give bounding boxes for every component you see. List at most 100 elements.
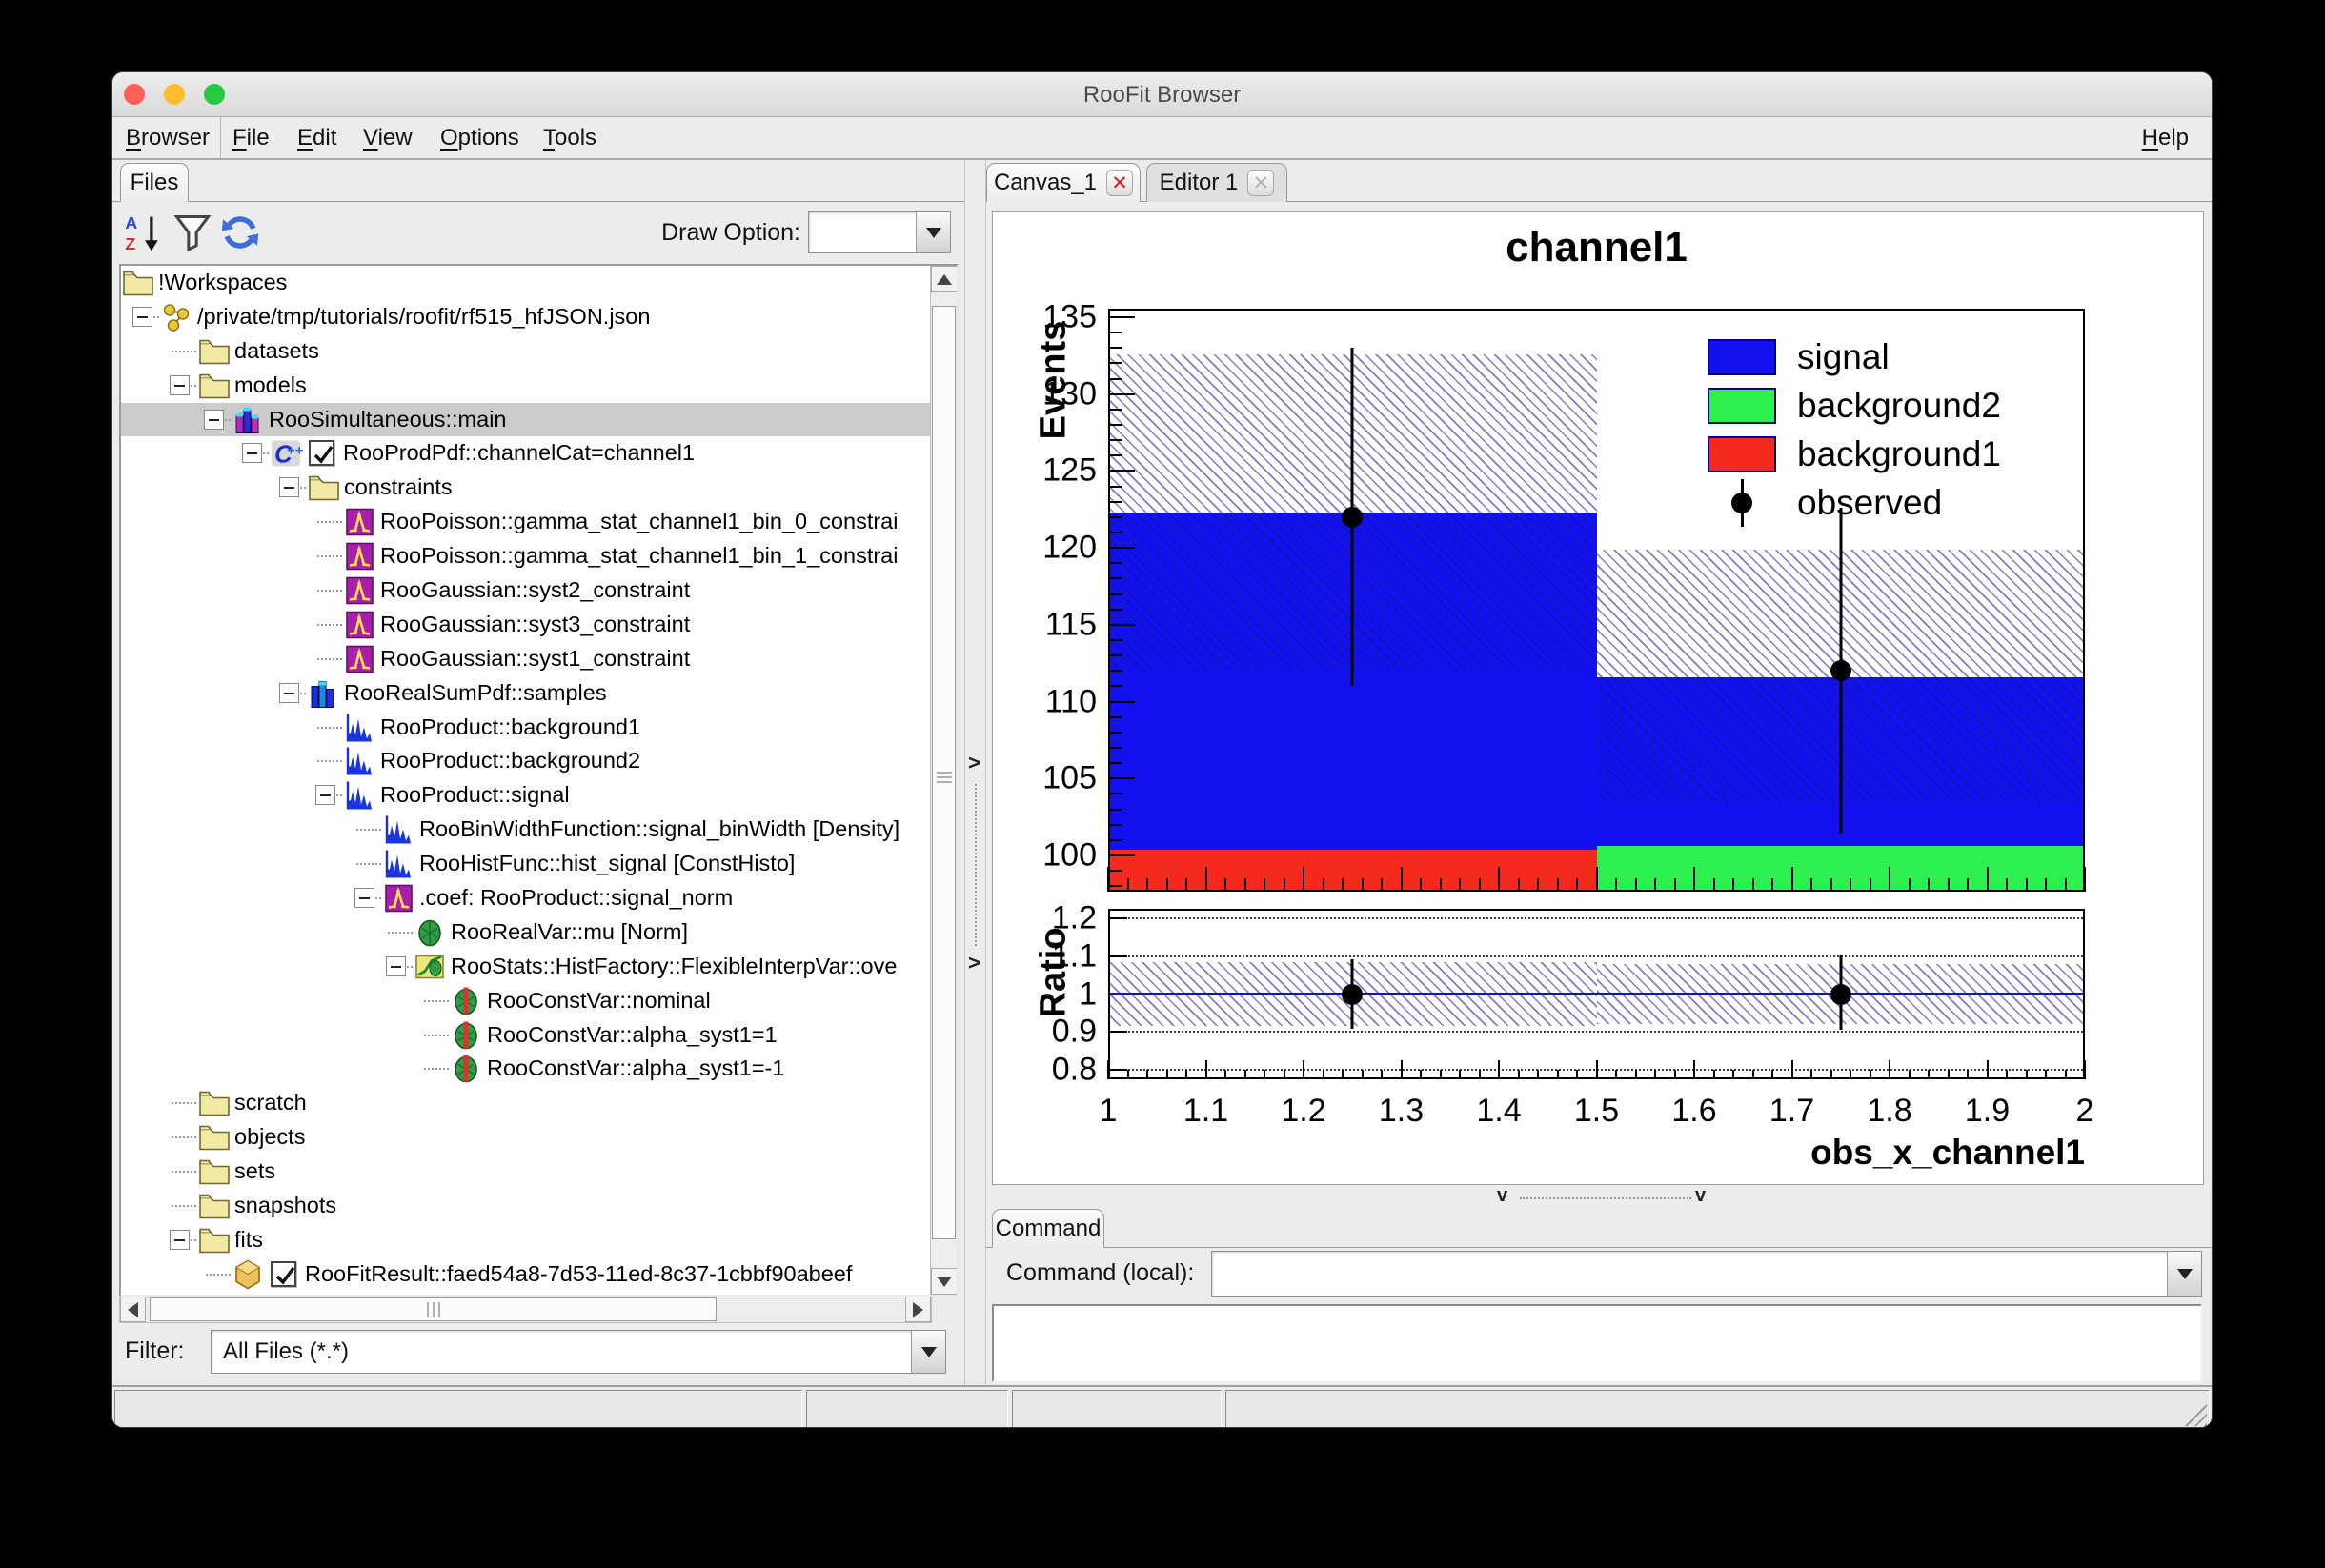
collapse-expander-icon[interactable] (354, 888, 374, 908)
ratio-x-tick (1264, 1070, 1265, 1079)
command-output-area[interactable] (992, 1304, 2202, 1382)
refresh-icon[interactable] (219, 211, 261, 253)
tree-item-fits[interactable]: fits (121, 1223, 930, 1257)
tree-item-rooconstvar-nominal[interactable]: RooConstVar::nominal (121, 984, 930, 1018)
menu-item-options[interactable]: Options (440, 117, 519, 158)
menu-item-edit[interactable]: Edit (297, 117, 336, 158)
tree-item-rooconstvar-alpha-syst1-1[interactable]: RooConstVar::alpha_syst1=-1 (121, 1052, 930, 1086)
horizontal-splitter[interactable]: v v (986, 1187, 2213, 1211)
menu-item-view[interactable]: View (363, 117, 413, 158)
y-tick (1110, 839, 1122, 841)
tree-horizontal-scrollbar[interactable] (119, 1297, 932, 1323)
ratio-x-tick (1518, 1070, 1520, 1079)
y-tick-label: 115 (1011, 606, 1097, 643)
tree-item-rooconstvar-alpha-syst1-1[interactable]: RooConstVar::alpha_syst1=1 (121, 1018, 930, 1053)
menu-item-browser[interactable]: Browser (126, 117, 210, 158)
filter-funnel-icon[interactable] (172, 211, 213, 253)
scroll-right-button[interactable] (905, 1297, 931, 1322)
tree-vertical-scrollbar[interactable] (930, 266, 957, 1295)
tab-files[interactable]: Files (120, 163, 189, 202)
tree-item-sets[interactable]: sets (121, 1155, 930, 1189)
az-sort-icon[interactable]: A Z (124, 211, 166, 253)
tree-item-rooproduct-background1[interactable]: RooProduct::background1 (121, 711, 930, 745)
sumpdf-icon (308, 677, 340, 710)
x-tick (1576, 878, 1578, 892)
tree-item-scratch[interactable]: scratch (121, 1086, 930, 1120)
menu-item-tools[interactable]: Tools (543, 117, 596, 158)
tree-scroll-thumb[interactable] (932, 306, 956, 1239)
tree-item-roopoisson-gamma-stat-channel1-bin-0-con[interactable]: RooPoisson::gamma_stat_channel1_bin_0_co… (121, 505, 930, 539)
collapse-expander-icon[interactable] (315, 785, 335, 805)
draw-option-combobox[interactable] (808, 211, 951, 253)
filter-dropdown-button[interactable] (911, 1331, 945, 1373)
y-tick (1110, 562, 1122, 564)
collapse-expander-icon[interactable] (279, 477, 299, 497)
observed-point-bin2 (1830, 660, 1851, 681)
tree-item-rooproduct-background2[interactable]: RooProduct::background2 (121, 744, 930, 778)
tree-item-constraints[interactable]: constraints (121, 471, 930, 505)
y-tick (1110, 747, 1122, 749)
checkbox-checked[interactable] (309, 440, 334, 466)
collapse-expander-icon[interactable] (204, 410, 224, 430)
command-dropdown-button[interactable] (2167, 1252, 2201, 1296)
tree-item-label: RooPoisson::gamma_stat_channel1_bin_1_co… (380, 539, 898, 573)
menu-item-file[interactable]: File (232, 117, 270, 158)
filter-combobox[interactable]: All Files (*.*) (211, 1330, 946, 1374)
scroll-up-button[interactable] (931, 266, 958, 292)
tree-item-label: RooStats::HistFactory::FlexibleInterpVar… (451, 950, 897, 984)
collapse-expander-icon[interactable] (279, 683, 299, 703)
tree-item-roorealvar-mu-norm-[interactable]: RooRealVar::mu [Norm] (121, 915, 930, 950)
tab-command[interactable]: Command (992, 1209, 1104, 1248)
tree-hscroll-thumb[interactable] (150, 1297, 717, 1321)
tree-item-snapshots[interactable]: snapshots (121, 1189, 930, 1223)
scroll-left-button[interactable] (120, 1297, 146, 1322)
status-cell-2 (806, 1390, 1008, 1428)
tree-item-roobinwidthfunction-signal-binwidth-dens[interactable]: RooBinWidthFunction::signal_binWidth [De… (121, 813, 930, 847)
tree-item-datasets[interactable]: datasets (121, 334, 930, 369)
vertical-splitter[interactable]: > > (964, 160, 986, 1385)
close-tab-icon[interactable]: ✕ (1247, 170, 1274, 196)
collapse-expander-icon[interactable] (386, 956, 406, 976)
root-canvas[interactable]: channel1100105110115120125130135Eventssi… (992, 211, 2204, 1185)
ratio-x-tick (1381, 1070, 1383, 1079)
tree-item--coef-rooproduct-signal-norm[interactable]: .coef: RooProduct::signal_norm (121, 881, 930, 915)
tree-item-roohistfunc-hist-signal-consthisto-[interactable]: RooHistFunc::hist_signal [ConstHisto] (121, 847, 930, 881)
tree-connector (172, 1205, 196, 1207)
collapse-expander-icon[interactable] (170, 1230, 190, 1250)
tree-item-roogaussian-syst3-constraint[interactable]: RooGaussian::syst3_constraint (121, 608, 930, 642)
collapse-expander-icon[interactable] (132, 307, 152, 327)
tab-editor-1[interactable]: Editor 1 ✕ (1146, 163, 1287, 202)
checkbox-checked[interactable] (271, 1261, 296, 1287)
tab-label: Editor 1 (1160, 170, 1239, 196)
tree-item-roogaussian-syst1-constraint[interactable]: RooGaussian::syst1_constraint (121, 642, 930, 676)
tree-item-objects[interactable]: objects (121, 1120, 930, 1155)
tree-item-roogaussian-syst2-constraint[interactable]: RooGaussian::syst2_constraint (121, 573, 930, 608)
filter-value: All Files (*.*) (223, 1331, 349, 1373)
tree-item-roopoisson-gamma-stat-channel1-bin-1-con[interactable]: RooPoisson::gamma_stat_channel1_bin_1_co… (121, 539, 930, 573)
window-titlebar[interactable]: RooFit Browser (112, 72, 2212, 117)
tab-canvas-1[interactable]: Canvas_1✕ (986, 163, 1141, 202)
ratio-y-tick-label: 0.9 (1011, 1014, 1097, 1051)
menu-item-help[interactable]: Help (2142, 117, 2189, 158)
draw-option-dropdown-button[interactable] (916, 212, 950, 252)
resize-grip[interactable] (2178, 1397, 2207, 1426)
tree-item--workspaces[interactable]: !Workspaces (121, 266, 930, 300)
tree-item--private-tmp-tutorials-roofit-rf515-hfjs[interactable]: /private/tmp/tutorials/roofit/rf515_hfJS… (121, 300, 930, 334)
collapse-expander-icon[interactable] (170, 375, 190, 395)
tree-item-roorealsumpdf-samples[interactable]: RooRealSumPdf::samples (121, 676, 930, 711)
svg-text:++: ++ (287, 443, 303, 459)
x-tick (1635, 878, 1637, 892)
tree-item-models[interactable]: models (121, 369, 930, 403)
tree-item-roofitresult-faed54a8-7d53-11ed-8c37-1cb[interactable]: RooFitResult::faed54a8-7d53-11ed-8c37-1c… (121, 1257, 930, 1292)
ratio-y-tick (1110, 917, 1127, 919)
tree-item-roostats-histfactory-flexibleinterpvar-o[interactable]: RooStats::HistFactory::FlexibleInterpVar… (121, 950, 930, 984)
x-tick (1146, 878, 1148, 892)
filter-label: Filter: (125, 1330, 185, 1372)
tree-item-rooprodpdf-channelcat-channel1[interactable]: C++RooProdPdf::channelCat=channel1 (121, 436, 930, 471)
tree-item-rooproduct-signal[interactable]: RooProduct::signal (121, 778, 930, 813)
scroll-down-button[interactable] (931, 1268, 958, 1295)
collapse-expander-icon[interactable] (242, 443, 262, 463)
close-tab-icon[interactable]: ✕ (1106, 170, 1133, 196)
tree-item-roosimultaneous-main[interactable]: RooSimultaneous::main (121, 403, 930, 437)
command-input-combobox[interactable] (1211, 1251, 2202, 1297)
